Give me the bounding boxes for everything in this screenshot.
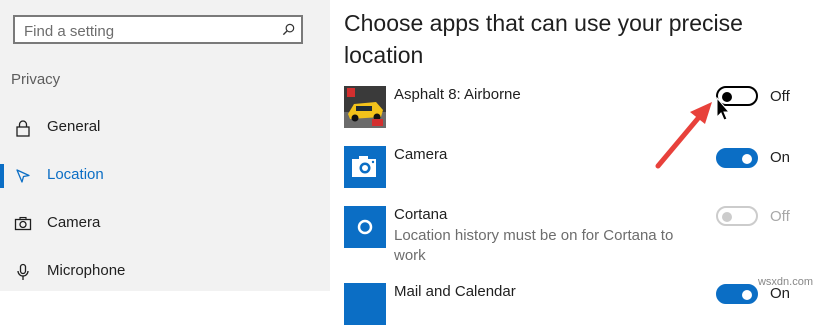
search-input[interactable]: Find a setting — [13, 15, 303, 44]
toggle-state-label: On — [770, 149, 791, 166]
sidebar-item-label: Camera — [47, 214, 101, 231]
mail-calendar-location-toggle[interactable] — [716, 284, 758, 304]
sidebar-item-microphone[interactable]: Microphone — [0, 252, 330, 292]
cortana-app-icon — [344, 206, 386, 248]
asphalt-location-toggle[interactable] — [716, 86, 758, 106]
camera-location-toggle[interactable] — [716, 148, 758, 168]
sidebar-item-label: Microphone — [47, 262, 126, 279]
toggle-knob — [722, 212, 732, 222]
toggle-state-label: Off — [770, 88, 790, 105]
toggle-knob — [742, 290, 752, 300]
asphalt-app-icon — [344, 86, 386, 128]
selection-indicator — [0, 164, 4, 188]
search-icon[interactable] — [281, 22, 296, 37]
search-placeholder: Find a setting — [24, 23, 115, 40]
app-subtitle: Location history must be on for Cortana … — [394, 227, 674, 264]
mail-calendar-app-icon — [344, 283, 386, 325]
page-title: Choose apps that can use your precise lo… — [344, 10, 743, 68]
sidebar-item-label: General — [47, 118, 101, 135]
camera-icon — [14, 216, 32, 231]
microphone-icon — [17, 263, 29, 280]
toggle-knob — [742, 154, 752, 164]
sidebar-item-location[interactable]: Location — [0, 156, 330, 196]
watermark: wsxdn.com — [757, 276, 813, 288]
toggle-knob — [722, 92, 732, 102]
sidebar-item-camera[interactable]: Camera — [0, 204, 330, 244]
app-row-asphalt: Asphalt 8: Airborne Off — [344, 86, 804, 128]
section-label-privacy: Privacy — [11, 71, 61, 88]
toggle-state-label: Off — [770, 208, 790, 225]
app-name: Cortana — [394, 206, 448, 223]
location-icon — [16, 169, 30, 183]
sidebar: Find a setting Privacy General Location … — [0, 0, 330, 291]
sidebar-item-general[interactable]: General — [0, 108, 330, 148]
app-row-mail-calendar: Mail and Calendar On — [344, 283, 804, 325]
app-row-camera: Camera On — [344, 146, 804, 188]
sidebar-item-label: Location — [47, 166, 104, 183]
app-row-cortana: Cortana Location history must be on for … — [344, 206, 804, 266]
app-name: Mail and Calendar — [394, 283, 516, 300]
cortana-location-toggle[interactable] — [716, 206, 758, 226]
camera-app-icon — [344, 146, 386, 188]
lock-icon — [16, 120, 30, 137]
app-name: Asphalt 8: Airborne — [394, 86, 521, 103]
app-name: Camera — [394, 146, 448, 163]
